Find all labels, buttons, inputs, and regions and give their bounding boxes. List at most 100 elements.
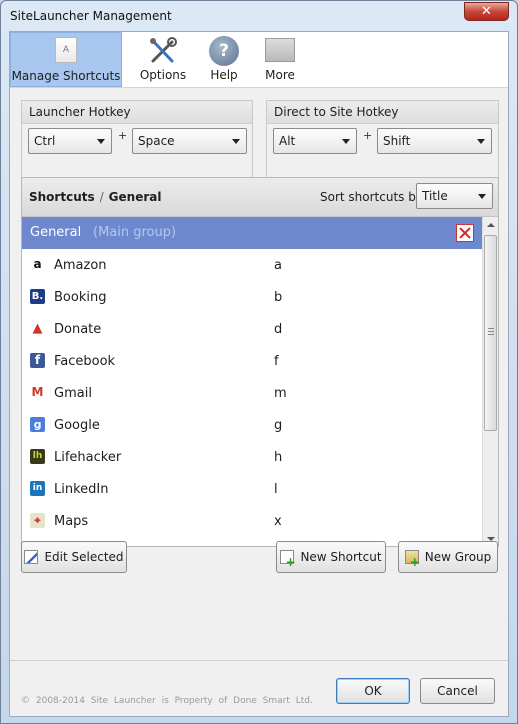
- shortcut-name: Booking: [54, 290, 107, 305]
- footer-divider: [10, 660, 508, 661]
- group-note: (Main group): [93, 225, 177, 240]
- chevron-down-icon: [97, 139, 105, 144]
- app-window: SiteLauncher Management ✕ A Manage Short…: [0, 0, 518, 724]
- launcher-modifier-select[interactable]: Ctrl: [28, 128, 112, 154]
- select-value: Shift: [383, 134, 411, 148]
- document-icon: A: [55, 37, 77, 63]
- shortcut-key: f: [274, 354, 279, 369]
- shortcut-name: Facebook: [54, 354, 116, 369]
- shortcut-name: Maps: [54, 514, 89, 529]
- sort-label: Sort shortcuts by:: [320, 190, 427, 204]
- shortcut-name: Google: [54, 418, 100, 433]
- new-shortcut-button[interactable]: New Shortcut: [276, 541, 386, 577]
- list-scrollbar[interactable]: [482, 217, 498, 547]
- linkedin-icon: in: [30, 481, 45, 496]
- shortcut-key: d: [274, 322, 283, 337]
- box-icon: [265, 38, 295, 62]
- lifehacker-icon: lh: [30, 449, 45, 464]
- shortcut-key: h: [274, 450, 283, 465]
- donate-icon: ▲: [30, 321, 45, 336]
- list-item[interactable]: ▲ Donate d: [22, 313, 482, 345]
- select-value: Alt: [279, 134, 296, 148]
- tab-label: Manage Shortcuts: [11, 69, 121, 83]
- chevron-down-icon: [478, 194, 486, 199]
- tab-manage-shortcuts[interactable]: A Manage Shortcuts: [10, 32, 122, 87]
- edit-icon: [24, 550, 39, 564]
- list-item[interactable]: B. Booking b: [22, 281, 482, 313]
- cancel-button[interactable]: Cancel: [420, 678, 495, 704]
- new-group-button[interactable]: New Group: [398, 541, 498, 577]
- edit-selected-button[interactable]: Edit Selected: [21, 541, 127, 573]
- breadcrumb-current: General: [108, 190, 162, 204]
- breadcrumb-separator: /: [99, 190, 104, 204]
- shortcut-name: Donate: [54, 322, 102, 337]
- plus-sign: +: [118, 129, 128, 142]
- breadcrumb-root[interactable]: Shortcuts: [29, 190, 95, 204]
- button-label: New Group: [424, 550, 492, 564]
- list-item[interactable]: ⌖ Maps x: [22, 505, 482, 537]
- new-group-icon: [404, 547, 420, 577]
- list-item[interactable]: M Gmail m: [22, 377, 482, 409]
- maps-icon: ⌖: [30, 513, 45, 528]
- group-row-general[interactable]: General (Main group): [22, 217, 482, 249]
- tools-icon: [150, 37, 177, 63]
- scroll-up-icon[interactable]: [487, 223, 495, 227]
- list-item[interactable]: a Amazon a: [22, 249, 482, 281]
- tab-help[interactable]: ? Help: [200, 32, 248, 87]
- window-title: SiteLauncher Management: [10, 9, 172, 23]
- shortcut-name: LinkedIn: [54, 482, 109, 497]
- window-close-button[interactable]: ✕: [464, 2, 509, 21]
- shortcut-key: l: [274, 482, 278, 497]
- tab-more[interactable]: More: [254, 32, 306, 87]
- list-item[interactable]: in LinkedIn l: [22, 473, 482, 505]
- toolbar: A Manage Shortcuts Options ? Help More: [10, 32, 508, 88]
- delete-group-icon[interactable]: [456, 224, 474, 242]
- button-label: Edit Selected: [44, 550, 124, 564]
- grip-icon: [488, 328, 494, 335]
- shortcuts-panel: Shortcuts / General Sort shortcuts by: Tit…: [21, 177, 499, 547]
- shortcut-list: General (Main group) a Amazon a B. Booki…: [22, 217, 482, 547]
- shortcut-key: b: [274, 290, 283, 305]
- chevron-down-icon: [232, 139, 240, 144]
- breadcrumb: Shortcuts / General: [29, 190, 161, 204]
- launcher-key-select[interactable]: Space: [132, 128, 247, 154]
- select-value: Ctrl: [34, 134, 56, 148]
- shortcut-key: g: [274, 418, 283, 433]
- tab-label: More: [265, 68, 295, 82]
- shortcut-name: Lifehacker: [54, 450, 122, 465]
- google-icon: g: [30, 417, 45, 432]
- group-name: General: [30, 225, 82, 240]
- shortcut-name: Amazon: [54, 258, 107, 273]
- list-item[interactable]: g Google g: [22, 409, 482, 441]
- shortcut-key: a: [274, 258, 282, 273]
- help-icon: ?: [209, 36, 239, 66]
- direct-modifier-select[interactable]: Alt: [273, 128, 357, 154]
- new-shortcut-icon: [280, 547, 296, 577]
- button-label: New Shortcut: [300, 550, 382, 564]
- shortcuts-header: Shortcuts / General Sort shortcuts by: Tit…: [22, 178, 498, 217]
- list-item[interactable]: f Facebook f: [22, 345, 482, 377]
- shortcut-key: m: [274, 386, 287, 401]
- tab-label: Options: [139, 68, 187, 82]
- amazon-icon: a: [30, 257, 45, 272]
- plus-sign: +: [363, 129, 373, 142]
- tab-options[interactable]: Options: [130, 32, 196, 87]
- chevron-down-icon: [477, 139, 485, 144]
- ok-button[interactable]: OK: [336, 678, 410, 704]
- list-item[interactable]: lh Lifehacker h: [22, 441, 482, 473]
- tab-label: Help: [210, 68, 238, 82]
- direct-key-select[interactable]: Shift: [377, 128, 492, 154]
- sort-select[interactable]: Title: [416, 183, 493, 209]
- chevron-down-icon: [342, 139, 350, 144]
- scrollbar-thumb[interactable]: [484, 235, 497, 431]
- client-area: A Manage Shortcuts Options ? Help More L…: [9, 31, 509, 717]
- copyright-text: © 2008-2014 Site Launcher is Property of…: [21, 696, 313, 706]
- launcher-hotkey-title: Launcher Hotkey: [22, 101, 252, 124]
- shortcut-key: x: [274, 514, 282, 529]
- gmail-icon: M: [30, 385, 45, 400]
- title-bar[interactable]: SiteLauncher Management ✕: [1, 1, 517, 31]
- select-value: Space: [138, 134, 175, 148]
- booking-icon: B.: [30, 289, 45, 304]
- select-value: Title: [422, 189, 448, 203]
- shortcut-name: Gmail: [54, 386, 92, 401]
